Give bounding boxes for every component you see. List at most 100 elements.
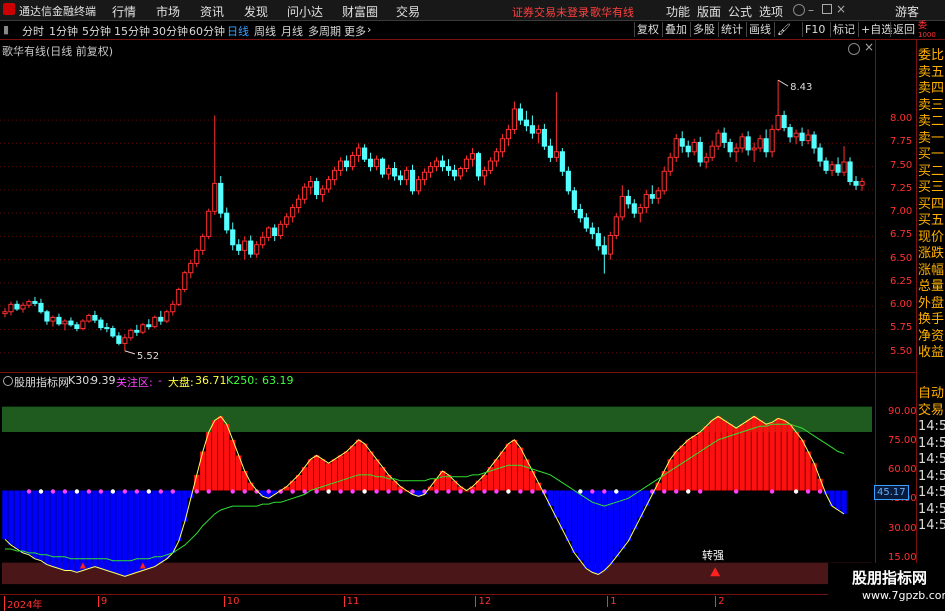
candle-body [206,210,212,237]
price-tick-label: 6.50 [890,252,913,264]
minimize-icon[interactable]: – [808,3,814,17]
candle-body [68,320,74,326]
price-tick-label: 7.25 [890,182,913,194]
candle-body [667,156,673,172]
candle-body [308,181,314,188]
menu-wealth[interactable]: 财富圈 [342,3,378,20]
period-60min[interactable]: 60分钟 [189,23,225,39]
app-title: 通达信金融终端 [19,5,96,18]
k250-value: 63.19 [262,374,294,387]
close-icon[interactable]: × [836,2,846,16]
candle-body [236,244,242,251]
f10-button[interactable]: F10 [802,22,827,37]
histogram-bar-down [607,490,614,565]
menu-guest[interactable]: 游客 [895,3,919,20]
indicator-toggle-icon[interactable] [3,376,13,386]
menu-ask[interactable]: 问小达 [287,3,323,20]
menu-layout[interactable]: 版面 [697,3,721,20]
candle-body [44,311,50,322]
trade-time-label: 14:56 [918,518,945,533]
menu-news[interactable]: 资讯 [200,3,224,20]
histogram-bar-down [613,490,619,557]
candle-body [583,217,589,229]
histogram-bar-up [775,418,781,491]
period-multi[interactable]: 多周期 [308,23,341,39]
period-more[interactable]: 更多 [344,23,366,39]
trade-mode-label[interactable]: 自动 [918,386,945,402]
signal-dot [398,489,403,494]
indicator-chart[interactable] [0,387,875,594]
candle-body [517,108,524,121]
candle-body [799,132,805,142]
quote-field-label: 卖四 [918,81,945,96]
period-5min[interactable]: 5分钟 [82,23,111,39]
candle-body [637,207,643,214]
signal-dot [446,489,451,494]
trade-mode-label[interactable]: 交易 [918,403,945,419]
more-chevron-icon[interactable]: › [367,23,371,36]
histogram-bar-down [158,490,164,563]
quote-field-label: 买五 [918,213,945,228]
candle-body [793,132,799,138]
candle-body [853,181,859,186]
histogram-bar-up [715,416,721,491]
histogram-bar-up [218,416,224,491]
quote-field-label: 委比 [918,48,945,63]
period-timeshare[interactable]: 分时 [22,23,44,39]
menu-function[interactable]: 功能 [666,3,690,20]
back-button[interactable]: 返回 [890,22,917,37]
trade-time-label: 14:56 [918,419,945,434]
candle-body [248,240,254,255]
menu-quotes[interactable]: 行情 [112,3,136,20]
candle-body [2,311,8,315]
high-label: 8.43 [790,82,812,93]
histogram-bar-up [373,459,380,491]
period-monthly[interactable]: 月线 [281,23,303,39]
histogram-bar-down [32,490,38,559]
candle-body [403,169,410,181]
draw-tools-icon[interactable]: 🖌 [774,22,793,37]
menu-trade[interactable]: 交易 [396,3,420,20]
high-pointer [777,79,789,87]
low-label: 5.52 [137,351,159,362]
histogram-bar-down [86,490,92,569]
multi-stock-button[interactable]: 多股 [690,22,717,37]
period-15min[interactable]: 15分钟 [114,23,150,39]
stats-button[interactable]: 统计 [718,22,745,37]
candle-body [415,179,422,192]
date-tick-label: 10 [223,596,239,607]
candle-body [391,167,398,177]
menu-formula[interactable]: 公式 [728,3,752,20]
add-watchlist-button[interactable]: +自选 [858,22,894,37]
candlestick-chart[interactable]: 8.43 5.52 [0,40,875,372]
mark-button[interactable]: 标记 [830,22,857,37]
period-weekly[interactable]: 周线 [254,23,276,39]
menu-market[interactable]: 市场 [156,3,180,20]
histogram-bar-down [26,490,32,555]
current-value-tag: 45.17 [874,485,909,500]
maximize-icon[interactable] [822,4,832,14]
overlay-button[interactable]: 叠加 [662,22,689,37]
user-icon[interactable] [793,4,805,16]
draw-line-button[interactable]: 画线 [746,22,773,37]
login-warning[interactable]: 证券交易未登录 [512,4,589,20]
candle-body [775,114,781,130]
adjust-button[interactable]: 复权 [634,22,661,37]
candle-body [367,158,374,168]
menu-options[interactable]: 选项 [759,3,783,20]
histogram-bar-up [805,451,811,491]
candle-body [685,145,691,153]
candle-body [212,182,218,212]
period-daily[interactable]: 日线 [227,23,249,39]
date-tick-label: 1 [607,596,617,607]
period-30min[interactable]: 30分钟 [152,23,188,39]
period-1min[interactable]: 1分钟 [49,23,78,39]
menu-discover[interactable]: 发现 [244,3,268,20]
toolbar-left-arrow-icon[interactable]: ▮ [3,23,9,36]
signal-dot [494,489,499,494]
histogram-bar-up [739,424,745,491]
candle-body [272,227,278,236]
signal-dot [242,489,247,494]
candle-body [697,141,703,163]
histogram-bar-down [38,490,44,561]
